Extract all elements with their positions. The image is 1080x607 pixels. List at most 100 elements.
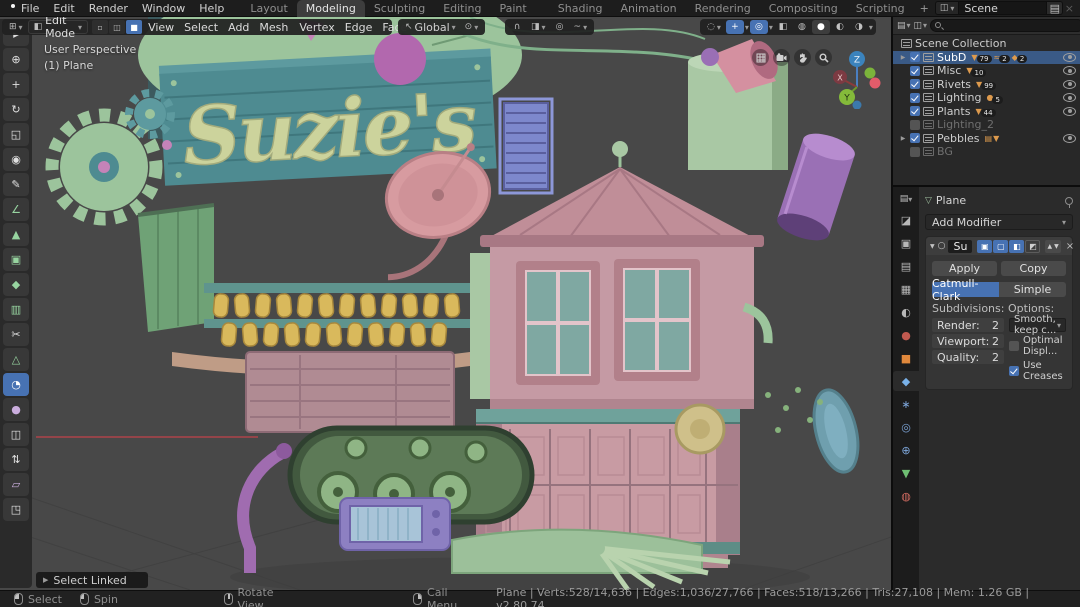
tool-inset-faces[interactable]: ▣ (3, 248, 29, 271)
tool-knife[interactable]: ✂ (3, 323, 29, 346)
outliner-row-lighting-2[interactable]: Lighting_2 (893, 118, 1080, 132)
tab-layout[interactable]: Layout (241, 0, 296, 17)
tool-shear[interactable]: ▱ (3, 473, 29, 496)
tab-texture-paint[interactable]: Texture Paint (491, 0, 549, 17)
pivot-point-select[interactable]: ⊙ ▾ (461, 20, 483, 34)
menu-edit[interactable]: Edit (46, 2, 81, 15)
collection-checkbox[interactable] (910, 52, 920, 63)
tool-loop-cut[interactable]: ▥ (3, 298, 29, 321)
properties-tab-object[interactable]: ■ (893, 348, 919, 368)
tab-compositing[interactable]: Compositing (760, 0, 847, 17)
tab-animation[interactable]: Animation (611, 0, 685, 17)
face-select-toggle[interactable]: ■ (126, 20, 143, 34)
xray-toggle[interactable]: ◧ (774, 20, 792, 34)
tool-measure[interactable]: ∠ (3, 198, 29, 221)
apply-button[interactable]: Apply (932, 261, 997, 276)
camera-view-button[interactable] (773, 49, 790, 66)
pan-view-button[interactable] (794, 49, 811, 66)
scene-icon[interactable]: ◫ ▾ (934, 1, 960, 15)
display-mode-button[interactable]: ▤ ▾ (897, 21, 911, 31)
render-toggle[interactable]: ▣ (977, 239, 993, 253)
operator-panel[interactable]: ▶ Select Linked (36, 572, 148, 588)
new-workspace-button[interactable]: + (914, 0, 935, 17)
menu-window[interactable]: Window (135, 2, 192, 15)
menu-view[interactable]: View (143, 21, 179, 34)
collection-checkbox[interactable] (910, 79, 920, 90)
snap-toggle[interactable]: ∩ (508, 20, 526, 34)
modifier-name-field[interactable]: Su (948, 239, 973, 253)
cage-toggle[interactable]: ◩ (1025, 239, 1041, 253)
shading-material-button[interactable]: ◐ (831, 20, 849, 34)
tool-smooth[interactable]: ● (3, 398, 29, 421)
menu-mesh[interactable]: Mesh (254, 21, 293, 34)
eye-icon[interactable] (1063, 93, 1076, 103)
collection-checkbox[interactable] (910, 65, 920, 76)
tool-extrude-region[interactable]: ▲ (3, 223, 29, 246)
overlays-dropdown[interactable]: ▾ (769, 23, 773, 32)
properties-tab-scene[interactable]: ◐ (893, 302, 919, 322)
properties-tab-object-data[interactable]: ▼ (893, 463, 919, 483)
expand-arrow-icon[interactable]: ▶ (899, 135, 907, 142)
editmode-toggle[interactable]: ◧ (1009, 239, 1025, 253)
shading-rendered-button[interactable]: ◑ (850, 20, 868, 34)
overlays-toggle[interactable]: ◎ (749, 20, 768, 34)
properties-tab-tool[interactable]: ◪ (893, 210, 919, 230)
toggle-perspective-button[interactable] (752, 49, 769, 66)
tool-bevel[interactable]: ◆ (3, 273, 29, 296)
gizmo-dropdown[interactable]: ▾ (745, 23, 749, 32)
add-modifier-select[interactable]: Add Modifier ▾ (925, 214, 1073, 230)
tool-rotate[interactable]: ↻ (3, 98, 29, 121)
properties-editor-type-button[interactable]: ▤ ▾ (893, 191, 919, 207)
menu-edge[interactable]: Edge (340, 21, 378, 34)
collection-checkbox[interactable] (910, 146, 920, 157)
mode-select[interactable]: ◧ Edit Mode ▾ (27, 17, 89, 40)
tab-shading[interactable]: Shading (549, 0, 612, 17)
outliner-row-lighting[interactable]: Lighting ● 5 (893, 91, 1080, 105)
properties-tab-view-layer[interactable]: ▦ (893, 279, 919, 299)
properties-tab-output[interactable]: ▤ (893, 256, 919, 276)
tool-spin[interactable]: ◔ (3, 373, 29, 396)
snap-mode-select[interactable]: ◨ ▾ (527, 20, 550, 34)
proportional-edit-toggle[interactable]: ◎ (551, 20, 569, 34)
tool-scale[interactable]: ◱ (3, 123, 29, 146)
menu-render[interactable]: Render (82, 2, 135, 15)
properties-tab-render[interactable]: ▣ (893, 233, 919, 253)
collection-checkbox[interactable] (910, 92, 920, 103)
eye-icon[interactable] (1063, 106, 1076, 116)
tool-rip-region[interactable]: ◳ (3, 498, 29, 521)
tab-uv-editing[interactable]: UV Editing (434, 0, 490, 17)
copy-button[interactable]: Copy (1001, 261, 1066, 276)
menu-vertex[interactable]: Vertex (294, 21, 339, 34)
use-creases-option[interactable]: Use Creases (1009, 360, 1066, 382)
menu-add[interactable]: Add (223, 21, 254, 34)
render-field[interactable]: Render: 2 (932, 318, 1004, 332)
gizmo-toggle[interactable]: + (725, 20, 744, 34)
pin-icon[interactable] (1065, 196, 1073, 208)
visibility-dropdown[interactable]: ◌ ▾ (703, 20, 725, 34)
tool-annotate[interactable]: ✎ (3, 173, 29, 196)
simple-button[interactable]: Simple (999, 282, 1066, 297)
tab-sculpting[interactable]: Sculpting (365, 0, 434, 17)
optimal-display-option[interactable]: Optimal Displ... (1009, 335, 1066, 357)
outliner-search-input[interactable] (930, 19, 1080, 32)
quality-field[interactable]: Quality: 2 (932, 350, 1004, 364)
outliner-row-scene-collection[interactable]: Scene Collection (893, 37, 1080, 51)
outliner-row-misc[interactable]: Misc ▼ 10 (893, 64, 1080, 78)
shading-dropdown[interactable]: ▾ (869, 23, 873, 32)
uv-smooth-select[interactable]: Smooth, keep c... ▾ (1009, 314, 1066, 336)
properties-tab-constraints[interactable]: ⊕ (893, 440, 919, 460)
menu-file[interactable]: File (14, 2, 46, 15)
menu-help[interactable]: Help (192, 2, 231, 15)
outliner-row-rivets[interactable]: Rivets ▼ 99 (893, 78, 1080, 92)
collection-checkbox[interactable] (910, 106, 920, 117)
remove-modifier-button[interactable]: × (1066, 241, 1074, 252)
tool-move[interactable]: + (3, 73, 29, 96)
viewport-field[interactable]: Viewport: 2 (932, 334, 1004, 348)
breadcrumb-object[interactable]: Plane (936, 194, 966, 207)
edge-select-toggle[interactable]: ◫ (109, 20, 126, 34)
outliner-row-plants[interactable]: Plants ▼ 44 (893, 105, 1080, 119)
filter-id-button[interactable]: ◫ ▾ (914, 21, 928, 31)
collapse-icon[interactable]: ▼ (930, 243, 935, 250)
collection-checkbox[interactable] (910, 119, 920, 130)
shading-wireframe-button[interactable]: ◍ (793, 20, 811, 34)
